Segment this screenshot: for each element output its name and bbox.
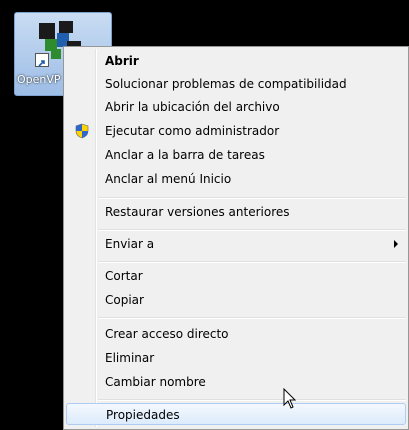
- menu-item-propiedades[interactable]: Propiedades: [66, 403, 406, 425]
- menu-item-label: Ejecutar como administrador: [105, 124, 280, 138]
- menu-item-restaurar-versiones[interactable]: Restaurar versiones anteriores: [66, 201, 406, 223]
- menu-item-abrir[interactable]: Abrir: [66, 50, 406, 72]
- menu-item-label: Propiedades: [106, 408, 180, 422]
- menu-item-copiar[interactable]: Copiar: [66, 289, 406, 311]
- menu-item-label: Crear acceso directo: [105, 327, 229, 341]
- menu-separator: [98, 399, 406, 401]
- menu-item-label: Abrir la ubicación del archivo: [105, 100, 280, 114]
- menu-item-label: Solucionar problemas de compatibilidad: [105, 77, 347, 91]
- menu-item-label: Eliminar: [105, 351, 155, 365]
- menu-item-solucionar-compatibilidad[interactable]: Solucionar problemas de compatibilidad: [66, 73, 406, 95]
- uac-shield-icon: [75, 123, 89, 139]
- context-menu: Abrir Solucionar problemas de compatibil…: [63, 46, 409, 430]
- menu-item-label: Anclar al menú Inicio: [105, 172, 232, 186]
- menu-separator: [98, 261, 406, 263]
- mouse-cursor-icon: [283, 388, 297, 409]
- menu-item-cortar[interactable]: Cortar: [66, 265, 406, 287]
- menu-item-anclar-barra-tareas[interactable]: Anclar a la barra de tareas: [66, 144, 406, 166]
- menu-separator: [98, 229, 406, 231]
- menu-item-label: Abrir: [105, 54, 139, 68]
- menu-separator: [98, 197, 406, 199]
- menu-item-label: Copiar: [105, 293, 144, 307]
- menu-item-label: Anclar a la barra de tareas: [105, 148, 265, 162]
- desktop-icon-label: OpenVP: [17, 73, 61, 86]
- shortcut-arrow-icon: [35, 53, 49, 67]
- menu-item-cambiar-nombre[interactable]: Cambiar nombre: [66, 371, 406, 393]
- menu-item-abrir-ubicacion[interactable]: Abrir la ubicación del archivo: [66, 96, 406, 118]
- menu-item-label: Cambiar nombre: [105, 375, 206, 389]
- menu-item-label: Restaurar versiones anteriores: [105, 205, 290, 219]
- menu-item-ejecutar-administrador[interactable]: Ejecutar como administrador: [66, 120, 406, 142]
- submenu-arrow-icon: [394, 240, 398, 248]
- menu-item-eliminar[interactable]: Eliminar: [66, 347, 406, 369]
- menu-item-label: Enviar a: [105, 237, 155, 251]
- menu-item-enviar-a[interactable]: Enviar a: [66, 233, 406, 255]
- menu-separator: [98, 317, 406, 319]
- menu-item-crear-acceso-directo[interactable]: Crear acceso directo: [66, 323, 406, 345]
- menu-item-label: Cortar: [105, 269, 143, 283]
- menu-item-anclar-menu-inicio[interactable]: Anclar al menú Inicio: [66, 168, 406, 190]
